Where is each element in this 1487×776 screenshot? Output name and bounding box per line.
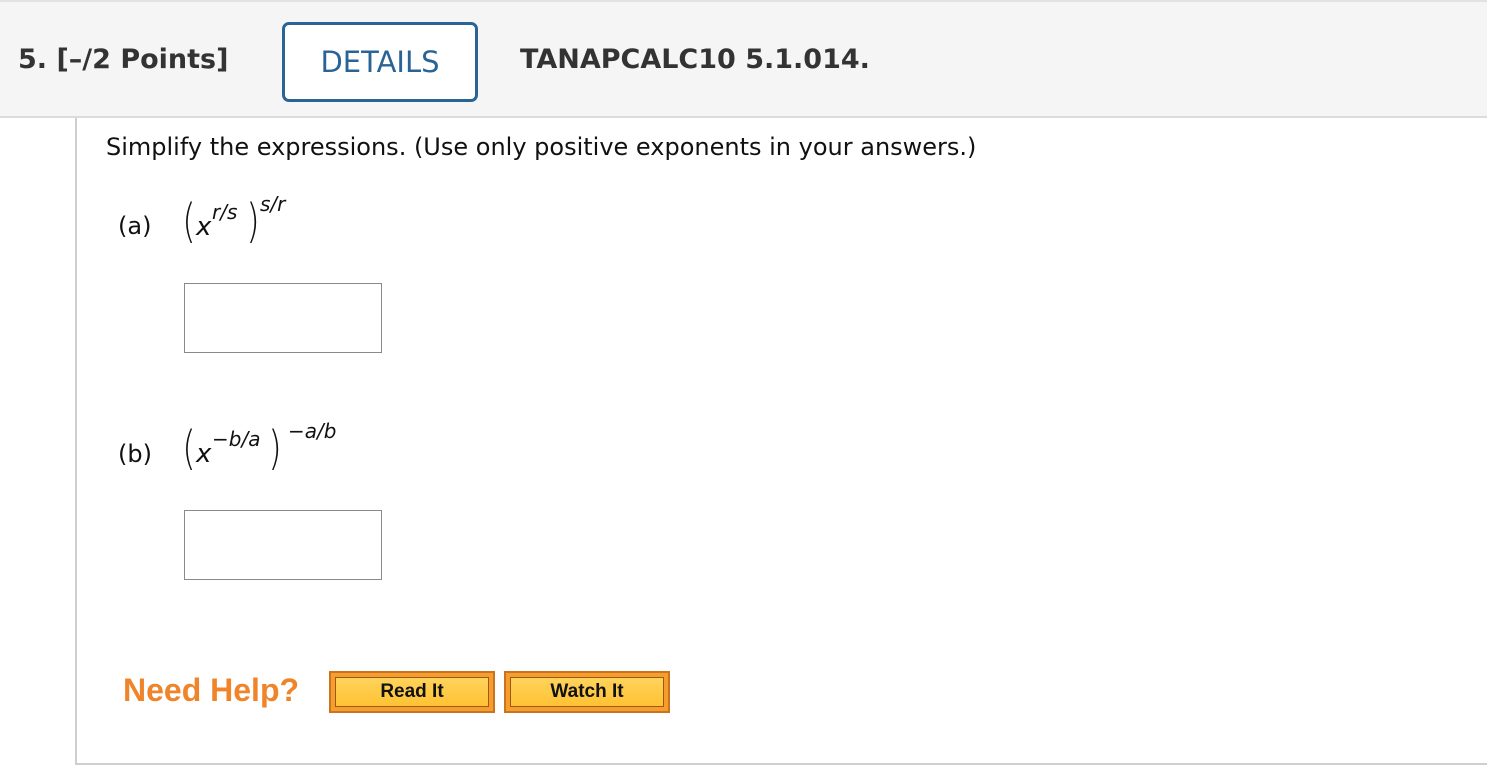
- outer-exponent: −a/b: [288, 419, 337, 443]
- answer-input-b[interactable]: [184, 510, 382, 580]
- answer-input-a[interactable]: [184, 283, 382, 353]
- details-button[interactable]: DETAILS: [282, 22, 478, 102]
- expression-base: x: [196, 439, 212, 469]
- part-a-label: (a): [118, 212, 152, 240]
- part-b-label: (b): [118, 440, 152, 468]
- question-header: 5. [–/2 Points] DETAILS TANAPCALC10 5.1.…: [0, 0, 1487, 118]
- need-help-label: Need Help?: [123, 672, 300, 708]
- read-it-button[interactable]: Read It: [329, 671, 495, 713]
- question-number: 5.: [18, 44, 48, 75]
- watch-it-label: Watch It: [510, 677, 664, 707]
- close-paren: ): [268, 421, 282, 475]
- inner-exponent: −b/a: [212, 427, 261, 451]
- read-it-label: Read It: [335, 677, 489, 707]
- question-points: [–/2 Points]: [56, 44, 229, 75]
- question-code: TANAPCALC10 5.1.014.: [520, 44, 870, 75]
- instructions-text: Simplify the expressions. (Use only posi…: [106, 133, 977, 161]
- outer-exponent: s/r: [260, 192, 286, 216]
- close-paren: ): [246, 194, 260, 248]
- question-number-points: 5. [–/2 Points]: [18, 44, 228, 75]
- inner-exponent: r/s: [212, 200, 238, 224]
- open-paren: (: [182, 421, 196, 475]
- watch-it-button[interactable]: Watch It: [504, 671, 670, 713]
- question-panel: [75, 118, 1487, 765]
- expression-base: x: [196, 212, 212, 242]
- open-paren: (: [182, 194, 196, 248]
